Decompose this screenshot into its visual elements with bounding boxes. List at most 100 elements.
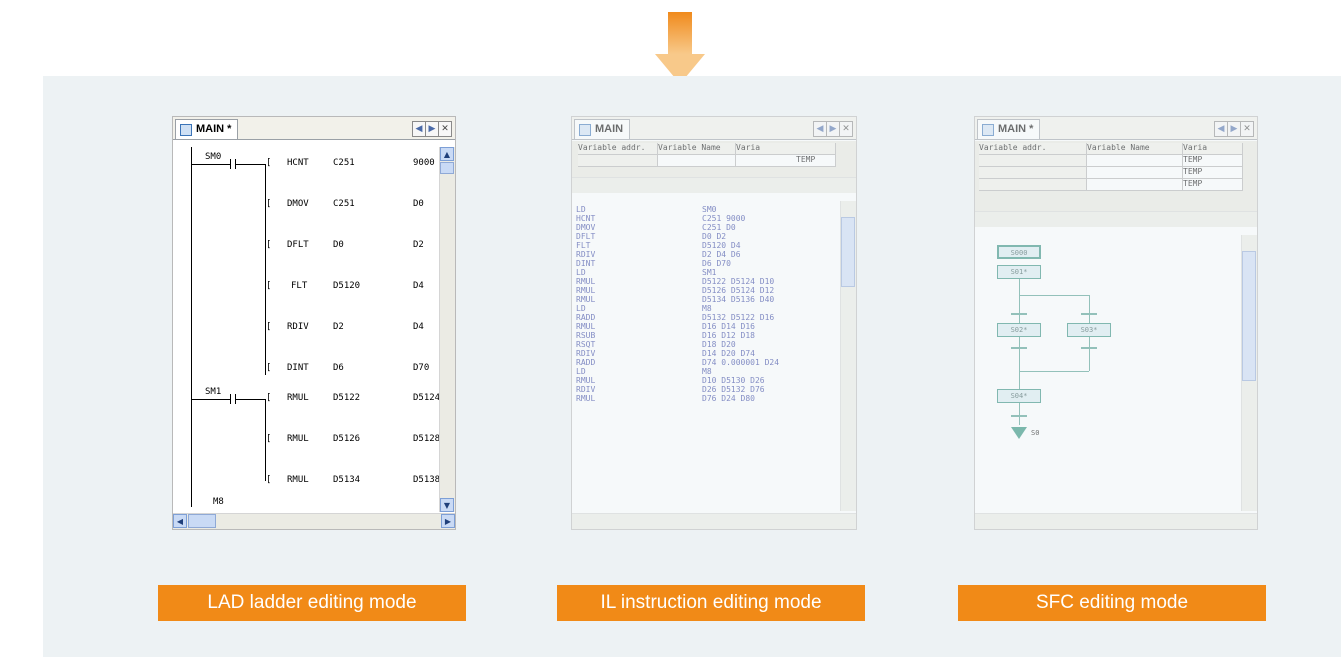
sfc-header-var-type: Varia	[1183, 143, 1243, 155]
scroll-left-icon[interactable]: ◀	[173, 514, 187, 528]
tab-prev-icon[interactable]: ◀	[813, 121, 827, 137]
il-args: D26 D5132 D76	[702, 385, 765, 394]
il-op: RSQT	[576, 340, 596, 349]
il-args: D5122 D5124 D10	[702, 277, 775, 286]
il-op: DFLT	[576, 232, 596, 241]
instr-arg2: D5138	[413, 475, 441, 485]
il-op: LD	[576, 304, 586, 313]
sfc-step[interactable]: S04*	[997, 389, 1041, 403]
il-args: D76 D24 D80	[702, 394, 755, 403]
branch-rail	[265, 164, 266, 375]
sfc-tab-nav: ◀ ▶ ✕	[1214, 121, 1254, 137]
il-var-row	[578, 155, 658, 167]
il-table-hscroll[interactable]	[572, 177, 856, 193]
il-args: D16 D12 D18	[702, 331, 755, 340]
tab-next-icon[interactable]: ▶	[1227, 121, 1241, 137]
sfc-step[interactable]: S03*	[1067, 323, 1111, 337]
sfc-initial-step[interactable]: S000	[997, 245, 1041, 259]
tab-next-icon[interactable]: ▶	[425, 121, 439, 137]
instr-arg1: C251	[333, 158, 355, 168]
il-args: D10 D5130 D26	[702, 376, 765, 385]
scroll-up-icon[interactable]: ▲	[440, 147, 454, 161]
sfc-tab-title: MAIN *	[998, 123, 1034, 135]
sfc-link	[1089, 337, 1090, 371]
sfc-var-row	[979, 179, 1087, 191]
scroll-down-icon[interactable]: ▼	[440, 498, 454, 512]
il-var-row	[658, 155, 736, 167]
il-var-type-cell: TEMP	[736, 155, 836, 167]
contact-bar	[230, 159, 231, 169]
sfc-transition	[1011, 415, 1027, 417]
il-variable-table[interactable]: Variable addr. Variable Name Varia TEMP	[572, 141, 856, 193]
il-tab-bar: MAIN ◀ ▶ ✕	[572, 117, 856, 140]
lad-ladder-area[interactable]: SM0 [ HCNT C251 9000 [ DMOV C251 D0 [ DF…	[173, 147, 455, 512]
left-power-rail	[191, 147, 192, 507]
il-args: D0 D2	[702, 232, 727, 241]
scroll-thumb[interactable]	[841, 217, 855, 287]
il-op: RADD	[576, 313, 596, 322]
il-tab-title: MAIN	[595, 123, 624, 135]
instr-arg1: D5120	[333, 281, 361, 291]
caption-lad-mode: LAD ladder editing mode	[158, 585, 466, 621]
il-op: DINT	[576, 259, 596, 268]
scroll-thumb[interactable]	[1242, 251, 1256, 381]
instr-arg2: D4	[413, 322, 424, 332]
il-vertical-scrollbar[interactable]	[840, 201, 856, 511]
il-op: RMUL	[576, 376, 596, 385]
bracket-icon: [	[266, 393, 272, 403]
il-op: FLT	[576, 241, 591, 250]
sfc-tab-main[interactable]: MAIN *	[977, 119, 1041, 139]
scroll-right-icon[interactable]: ▶	[441, 514, 455, 528]
instr-arg1: D2	[333, 322, 344, 332]
lad-tab-main[interactable]: MAIN *	[175, 119, 239, 139]
sfc-var-row	[1087, 155, 1183, 167]
il-args: D18 D20	[702, 340, 736, 349]
il-args: SM0	[702, 205, 717, 214]
il-op: RADD	[576, 358, 596, 367]
tab-close-icon[interactable]: ✕	[839, 121, 853, 137]
lad-tab-title: MAIN *	[196, 123, 232, 135]
lad-horizontal-scrollbar[interactable]: ◀ ▶	[173, 513, 455, 529]
instr-arg2: D5128	[413, 434, 441, 444]
lad-vertical-scrollbar[interactable]: ▲ ▼	[439, 147, 455, 512]
il-tab-main[interactable]: MAIN	[574, 119, 631, 139]
instr-arg1: D6	[333, 363, 344, 373]
instr-arg1: C251	[333, 199, 355, 209]
instr-arg2: 9000	[413, 158, 435, 168]
tab-next-icon[interactable]: ▶	[826, 121, 840, 137]
il-args: D14 D20 D74	[702, 349, 755, 358]
instr-op: FLT	[291, 281, 308, 291]
sfc-doc-icon	[982, 124, 994, 136]
sfc-table-hscroll[interactable]	[975, 211, 1257, 227]
instr-op: HCNT	[287, 158, 309, 168]
sfc-horizontal-scrollbar[interactable]	[975, 513, 1257, 529]
il-op: RDIV	[576, 250, 596, 259]
scroll-thumb[interactable]	[440, 162, 454, 174]
scroll-thumb[interactable]	[188, 514, 216, 528]
tab-prev-icon[interactable]: ◀	[1214, 121, 1228, 137]
instr-arg2: D4	[413, 281, 424, 291]
tab-close-icon[interactable]: ✕	[438, 121, 452, 137]
sfc-var-row	[1087, 179, 1183, 191]
tab-prev-icon[interactable]: ◀	[412, 121, 426, 137]
sfc-var-type-cell: TEMP	[1183, 179, 1243, 191]
il-op: HCNT	[576, 214, 596, 223]
il-args: SM1	[702, 268, 717, 277]
tab-close-icon[interactable]: ✕	[1240, 121, 1254, 137]
lad-tab-nav: ◀ ▶ ✕	[412, 121, 452, 137]
sfc-step[interactable]: S02*	[997, 323, 1041, 337]
bracket-icon: [	[266, 363, 272, 373]
sfc-jump-label: S0	[1031, 429, 1040, 437]
instr-op: DFLT	[287, 240, 309, 250]
il-horizontal-scrollbar[interactable]	[572, 513, 856, 529]
il-args: C251 D0	[702, 223, 736, 232]
sfc-vertical-scrollbar[interactable]	[1241, 235, 1257, 511]
lad-editor-window: MAIN * ◀ ▶ ✕ SM0 [ HCNT C251 9000 [ DMOV…	[172, 116, 456, 530]
sfc-step[interactable]: S01*	[997, 265, 1041, 279]
sfc-variable-table[interactable]: Variable addr. Variable Name Varia TEMP …	[975, 141, 1257, 227]
sfc-diagram-area[interactable]: S000 S01* S02* S03* S04* S0	[975, 235, 1257, 511]
il-args: D16 D14 D16	[702, 322, 755, 331]
il-code-area[interactable]: LD SM0 HCNT C251 9000 DMOV C251 D0 DFLT …	[572, 201, 856, 511]
il-op: RMUL	[576, 286, 596, 295]
bracket-icon: [	[266, 434, 272, 444]
